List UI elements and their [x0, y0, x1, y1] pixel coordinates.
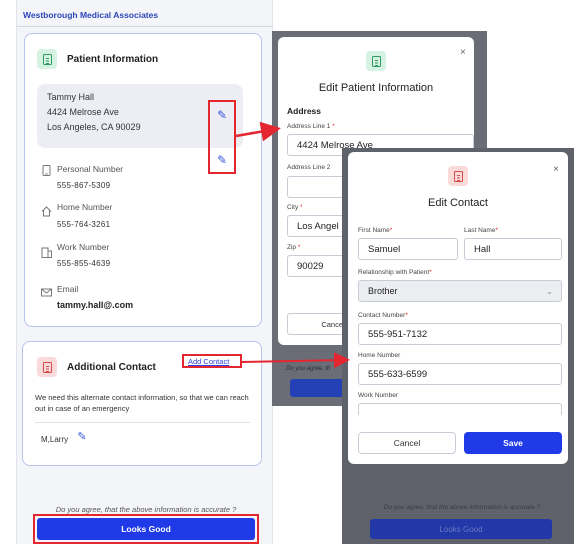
- contact-card-title: Additional Contact: [67, 361, 156, 373]
- patient-card-header: Patient Information: [37, 49, 158, 69]
- dimmed-confirm-text: Do you agree, that the above information…: [383, 504, 541, 511]
- contact-number-input[interactable]: 555-951-7132: [358, 323, 562, 345]
- first-name-label: First Name*: [358, 227, 393, 234]
- patient-card-title: Patient Information: [67, 53, 159, 65]
- close-icon[interactable]: ×: [460, 47, 466, 58]
- building-icon: [41, 247, 52, 258]
- email-label: Email: [57, 284, 79, 294]
- address-line2: Los Angeles, CA 90029: [47, 122, 141, 132]
- contact-name: M,Larry: [41, 435, 69, 444]
- edit-contact-screen: × Edit Contact First Name* Samuel Last N…: [342, 148, 574, 544]
- patient-information-card: Patient Information Tammy Hall 4424 Melr…: [24, 33, 262, 327]
- edit-contact-pencil-icon[interactable]: ✎: [76, 431, 88, 443]
- address-line1-label: Address Line 1 *: [287, 123, 335, 130]
- patient-name: Tammy Hall: [47, 92, 95, 102]
- edit-patient-document-icon: [366, 51, 386, 71]
- home-icon: [41, 206, 52, 217]
- personal-number-value: 555-867-5309: [57, 181, 111, 190]
- work-number-label: Work Number: [358, 392, 398, 399]
- first-name-input[interactable]: Samuel: [358, 238, 458, 260]
- edit-patient-title: Edit Patient Information: [318, 82, 434, 94]
- patient-screen: Westborough Medical Associates Patient I…: [16, 0, 273, 544]
- work-number-value: 555-855-4639: [57, 259, 111, 268]
- contact-card-header: Additional Contact: [37, 357, 156, 377]
- dimmed-looks-good-button: Looks Good: [370, 519, 552, 539]
- contact-document-icon: [37, 357, 57, 377]
- contact-divider: [35, 422, 250, 423]
- last-name-label: Last Name*: [464, 227, 498, 234]
- last-name-input[interactable]: Hall: [464, 238, 562, 260]
- home-number-value: 555-764-3261: [57, 220, 111, 229]
- work-number-input[interactable]: [358, 403, 562, 415]
- relationship-label: Relationship with Patient*: [358, 269, 432, 276]
- home-number-input[interactable]: 555-633-6599: [358, 363, 562, 385]
- city-label: City *: [287, 204, 303, 211]
- edit-contact-save-button[interactable]: Save: [464, 432, 562, 454]
- relationship-select[interactable]: Brother ⌄: [358, 280, 562, 302]
- contact-number-label: Contact Number*: [358, 312, 408, 319]
- app-header-title: Westborough Medical Associates: [23, 10, 159, 20]
- email-value: tammy.hall@.com: [57, 300, 134, 310]
- address-section-title: Address: [287, 106, 322, 116]
- looks-good-button[interactable]: Looks Good: [37, 518, 255, 540]
- edit-contact-title: Edit Contact: [428, 197, 488, 209]
- chevron-down-icon: ⌄: [546, 287, 553, 296]
- mail-icon: [41, 288, 52, 297]
- contact-description: We need this alternate contact informati…: [35, 393, 249, 413]
- phone-icon: [42, 165, 51, 176]
- home-number-label: Home Number: [358, 352, 401, 359]
- edit-address-pencil-icon[interactable]: ✎: [215, 108, 229, 122]
- work-number-label: Work Number: [57, 242, 110, 252]
- home-number-label: Home Number: [57, 202, 113, 212]
- header-divider: [17, 26, 272, 27]
- edit-contact-cancel-button[interactable]: Cancel: [358, 432, 456, 454]
- zip-label: Zip *: [287, 244, 301, 251]
- edit-contact-modal: × Edit Contact First Name* Samuel Last N…: [348, 152, 568, 464]
- patient-document-icon: [37, 49, 57, 69]
- edit-contact-document-icon: [448, 166, 468, 186]
- personal-number-label: Personal Number: [57, 164, 124, 174]
- dimmed-confirm-text: Do you agree, th: [286, 366, 331, 372]
- address-line2-label: Address Line 2: [287, 164, 331, 171]
- edit-phone-pencil-icon[interactable]: ✎: [215, 153, 229, 167]
- add-contact-link[interactable]: Add Contact: [188, 357, 229, 366]
- confirm-question: Do you agree, that the above information…: [55, 505, 237, 514]
- relationship-value: Brother: [368, 286, 398, 296]
- close-icon[interactable]: ×: [553, 164, 559, 175]
- address-line1: 4424 Melrose Ave: [47, 107, 119, 117]
